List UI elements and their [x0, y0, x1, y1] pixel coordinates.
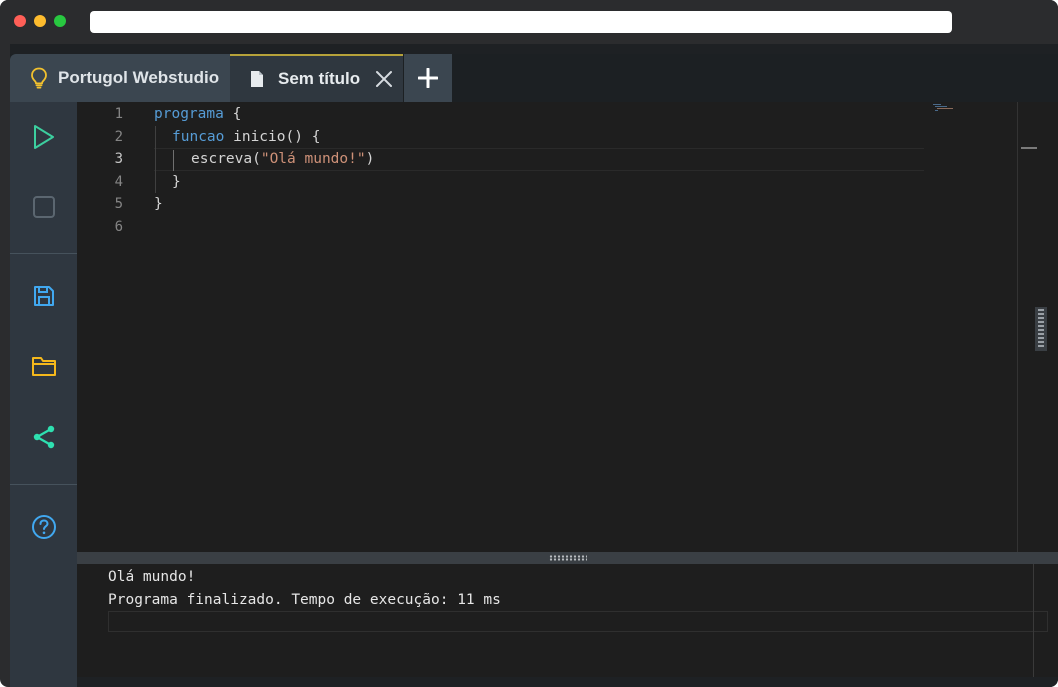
code-text: escreva(	[191, 151, 261, 168]
play-icon	[33, 125, 54, 149]
console-scrollbar[interactable]	[1033, 564, 1034, 677]
line-number: 1	[114, 106, 123, 122]
new-tab-button[interactable]	[404, 54, 452, 102]
keyword: funcao	[172, 128, 225, 145]
console-output-line: Olá mundo!	[108, 569, 196, 585]
string-literal: "Olá mundo!"	[260, 151, 366, 168]
title-bar	[0, 0, 1058, 44]
line-number: 5	[114, 196, 123, 213]
folder-icon	[31, 357, 56, 376]
document-icon	[251, 71, 263, 87]
run-button[interactable]	[10, 110, 77, 164]
code-line-4: }	[172, 173, 181, 190]
tab-home-label: Portugol Webstudio	[58, 68, 220, 87]
keyword: programa	[154, 106, 224, 122]
code-line-2: funcao inicio() {	[172, 126, 320, 149]
tab-home[interactable]: Portugol Webstudio	[10, 54, 230, 102]
tab-bar: Portugol Webstudio Sem título	[10, 54, 1058, 102]
lightbulb-icon	[31, 67, 47, 89]
line-number: 4	[114, 173, 123, 190]
toolbar-sidebar	[10, 102, 77, 687]
line-number: 2	[114, 128, 123, 145]
code-line-3: escreva("Olá mundo!")	[191, 148, 374, 171]
output-console: Olá mundo! Programa finalizado. Tempo de…	[77, 564, 1058, 677]
line-number: 3	[114, 151, 123, 168]
save-button[interactable]	[10, 269, 77, 323]
scrollbar-position-marker	[1021, 147, 1037, 149]
close-window-button[interactable]	[14, 15, 26, 27]
code-editor[interactable]: 1 2 3 4 5 6 programa { funcao inicio() {…	[77, 102, 1058, 552]
help-icon	[31, 515, 56, 539]
console-output-line: Programa finalizado. Tempo de execução: …	[108, 592, 501, 608]
close-tab-icon[interactable]	[375, 70, 393, 88]
editor-resize-handle[interactable]	[1035, 307, 1047, 351]
plus-icon	[418, 68, 438, 88]
editor-console-splitter[interactable]	[77, 552, 1058, 564]
console-input[interactable]	[108, 611, 1048, 632]
line-number: 6	[114, 219, 123, 235]
share-button[interactable]	[10, 410, 77, 464]
stop-icon	[32, 196, 55, 218]
tab-file-label: Sem título	[278, 69, 361, 88]
code-text: inicio() {	[224, 128, 321, 145]
code-text: {	[223, 106, 242, 122]
tab-file-sem-titulo[interactable]: Sem título	[230, 54, 403, 102]
portugol-webstudio-app: Portugol Webstudio Sem título 1 2 3 4 5 …	[10, 44, 1058, 687]
indent-guide	[155, 126, 156, 193]
drag-handle-icon	[548, 555, 587, 561]
code-line-1: programa {	[154, 103, 241, 126]
open-file-button[interactable]	[10, 339, 77, 393]
indent-guide-active	[173, 150, 174, 171]
address-bar[interactable]	[90, 11, 952, 33]
stop-button[interactable]	[10, 180, 77, 234]
sidebar-divider	[10, 484, 77, 485]
minimize-window-button[interactable]	[34, 15, 46, 27]
save-icon	[33, 286, 54, 306]
browser-window: Portugol Webstudio Sem título 1 2 3 4 5 …	[0, 0, 1058, 687]
line-number-gutter: 1 2 3 4 5 6	[77, 102, 141, 552]
sidebar-divider	[10, 253, 77, 254]
help-button[interactable]	[10, 500, 77, 554]
code-text: )	[365, 151, 375, 168]
share-icon	[33, 425, 54, 449]
minimap[interactable]	[929, 102, 1017, 552]
maximize-window-button[interactable]	[54, 15, 66, 27]
code-line-5: }	[154, 196, 163, 213]
